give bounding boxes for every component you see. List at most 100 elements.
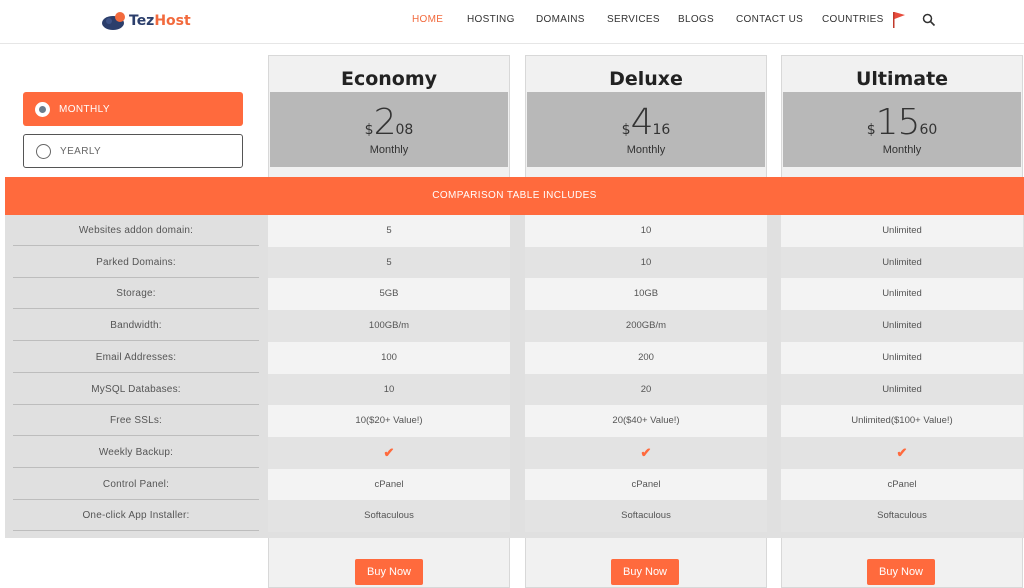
row-value: Unlimited (781, 310, 1023, 343)
table-row: Parked Domains: 5 10 Unlimited (5, 246, 1024, 279)
pricing-page: TezHost HOME HOSTING DOMAINS SERVICES BL… (0, 0, 1024, 588)
price-period: Monthly (626, 144, 666, 156)
price: $1560 (783, 102, 1021, 143)
buy-now-ultimate-button[interactable]: Buy Now (867, 559, 935, 585)
price-cents: 16 (652, 122, 671, 138)
row-label: Parked Domains: (13, 247, 259, 278)
row-value: 5 (268, 246, 510, 279)
comparison-table: Websites addon domain: 5 10 Unlimited Parked… (5, 215, 1024, 538)
row-value: 10GB (525, 278, 767, 311)
plan-name: Ultimate (855, 68, 949, 90)
row-value: Softaculous (525, 500, 767, 533)
row-label: Weekly Backup: (13, 437, 259, 468)
row-value: Unlimited (781, 246, 1023, 279)
nav-domains[interactable]: DOMAINS (536, 14, 607, 25)
nav-countries[interactable]: COUNTRIES (822, 14, 892, 25)
row-value: 20 (525, 373, 767, 406)
table-row: Control Panel: cPanel cPanel cPanel (5, 468, 1024, 501)
row-value: Unlimited (781, 373, 1023, 406)
logo-text: TezHost (129, 13, 191, 29)
check-icon: ✔ (525, 436, 767, 469)
row-value: Softaculous (268, 500, 510, 533)
nav-home[interactable]: HOME (412, 14, 467, 25)
price-whole: 15 (875, 102, 921, 143)
row-value: 10($20+ Value!) (268, 405, 510, 438)
logo-text-tez: Tez (129, 13, 155, 29)
row-label: One-click App Installer: (13, 500, 259, 532)
price-box: $208 Monthly (270, 92, 508, 167)
row-value: Unlimited (781, 278, 1023, 311)
flag-icon[interactable] (892, 11, 906, 29)
price: $416 (527, 102, 765, 143)
nav-hosting[interactable]: HOSTING (467, 14, 536, 25)
row-value: cPanel (525, 468, 767, 501)
check-icon: ✔ (640, 444, 652, 460)
logo-icon (100, 10, 128, 32)
billing-monthly-option[interactable]: MONTHLY (23, 92, 243, 126)
row-value: 10 (268, 373, 510, 406)
check-icon: ✔ (383, 444, 395, 460)
row-label: Storage: (13, 278, 259, 310)
row-label: MySQL Databases: (13, 374, 259, 405)
row-value: 5GB (268, 278, 510, 311)
plan-name: Deluxe (609, 68, 683, 90)
check-icon: ✔ (781, 436, 1023, 469)
price-period: Monthly (882, 144, 922, 156)
comparison-banner: COMPARISON TABLE INCLUDES (5, 177, 1024, 215)
price-box: $416 Monthly (527, 92, 765, 167)
search-icon[interactable] (922, 13, 936, 27)
row-value: 100GB/m (268, 310, 510, 343)
radio-selected-icon (35, 101, 50, 117)
radio-empty-icon (36, 143, 51, 159)
price-whole: 4 (630, 102, 654, 143)
table-row: Storage: 5GB 10GB Unlimited (5, 278, 1024, 311)
top-navbar: TezHost HOME HOSTING DOMAINS SERVICES BL… (0, 0, 1024, 44)
row-value: 20($40+ Value!) (525, 405, 767, 438)
price-period: Monthly (369, 144, 409, 156)
price-cents: 08 (395, 122, 414, 138)
nav-blogs[interactable]: BLOGS (678, 14, 736, 25)
billing-monthly-label: MONTHLY (59, 103, 110, 115)
nav-contact-us[interactable]: CONTACT US (736, 14, 822, 25)
row-value: Unlimited($100+ Value!) (781, 405, 1023, 438)
table-row: Free SSLs: 10($20+ Value!) 20($40+ Value!)… (5, 405, 1024, 438)
row-label: Email Addresses: (13, 342, 259, 373)
buy-now-deluxe-button[interactable]: Buy Now (611, 559, 679, 585)
check-icon: ✔ (896, 444, 908, 460)
logo-text-host: Host (154, 13, 191, 29)
row-label: Bandwidth: (13, 310, 259, 342)
row-value: Unlimited (781, 215, 1023, 247)
table-row: Websites addon domain: 5 10 Unlimited (5, 215, 1024, 247)
billing-yearly-option[interactable]: YEARLY (23, 134, 243, 168)
price-whole: 2 (373, 102, 397, 143)
price-currency: $ (364, 122, 374, 138)
price-box: $1560 Monthly (783, 92, 1021, 167)
row-value: 200GB/m (525, 310, 767, 343)
site-logo[interactable]: TezHost (100, 8, 191, 34)
row-label: Websites addon domain: (13, 215, 259, 246)
row-value: 10 (525, 215, 767, 247)
billing-yearly-label: YEARLY (60, 145, 102, 157)
main-menu: HOME HOSTING DOMAINS SERVICES BLOGS CONT… (412, 14, 892, 25)
table-row: MySQL Databases: 10 20 Unlimited (5, 373, 1024, 406)
row-label: Control Panel: (13, 469, 259, 500)
check-icon: ✔ (268, 436, 510, 469)
row-value: 10 (525, 246, 767, 279)
row-value: cPanel (781, 468, 1023, 501)
row-value: 5 (268, 215, 510, 247)
table-row: One-click App Installer: Softaculous Softa… (5, 500, 1024, 533)
plan-name: Economy (340, 68, 438, 90)
table-row: Weekly Backup: ✔ ✔ ✔ (5, 436, 1024, 469)
table-row: Email Addresses: 100 200 Unlimited (5, 341, 1024, 374)
price-cents: 60 (919, 122, 938, 138)
price-currency: $ (621, 122, 631, 138)
row-value: 200 (525, 341, 767, 374)
row-value: Softaculous (781, 500, 1023, 533)
row-value: Unlimited (781, 341, 1023, 374)
buy-now-economy-button[interactable]: Buy Now (355, 559, 423, 585)
price: $208 (270, 102, 508, 143)
nav-services[interactable]: SERVICES (607, 14, 678, 25)
price-currency: $ (866, 122, 876, 138)
table-row: Bandwidth: 100GB/m 200GB/m Unlimited (5, 310, 1024, 343)
row-label: Free SSLs: (13, 405, 259, 437)
